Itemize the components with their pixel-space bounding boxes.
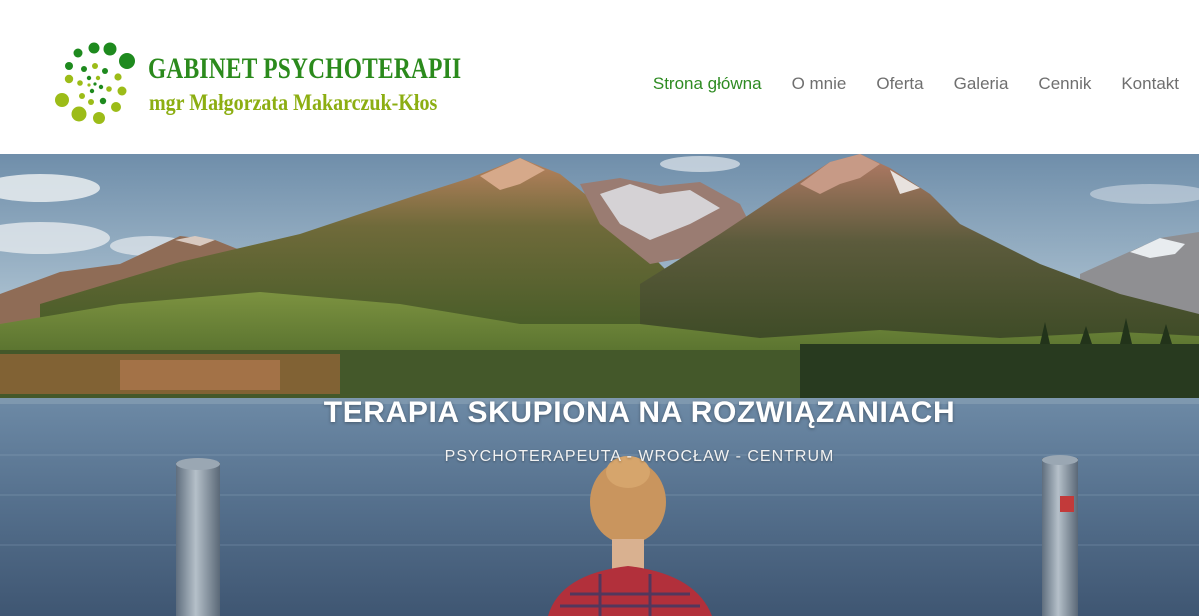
logo-subtitle: mgr Małgorzata Makarczuk-Kłos xyxy=(149,90,438,115)
logo-title: GABINET PSYCHOTERAPII xyxy=(148,52,462,85)
hero-subtitle: PSYCHOTERAPEUTA - WROCŁAW - CENTRUM xyxy=(444,448,835,465)
site-header: GABINET PSYCHOTERAPII mgr Małgorzata Mak… xyxy=(0,0,1199,154)
nav-item-offer[interactable]: Oferta xyxy=(876,73,923,95)
main-nav: Strona główna O mnie Oferta Galeria Cenn… xyxy=(653,73,1179,95)
nav-item-gallery[interactable]: Galeria xyxy=(954,73,1009,95)
hero-background-image xyxy=(0,154,1199,616)
nav-item-pricing[interactable]: Cennik xyxy=(1038,73,1091,95)
nav-item-contact[interactable]: Kontakt xyxy=(1121,73,1179,95)
dotted-spiral-logo-icon xyxy=(55,42,135,124)
hero-banner: TERAPIA SKUPIONA NA ROZWIĄZANIACH PSYCHO… xyxy=(0,154,1199,616)
nav-item-home[interactable]: Strona główna xyxy=(653,73,762,95)
nav-item-about[interactable]: O mnie xyxy=(792,73,847,95)
hero-title: TERAPIA SKUPIONA NA ROZWIĄZANIACH xyxy=(323,396,956,429)
site-logo[interactable]: GABINET PSYCHOTERAPII mgr Małgorzata Mak… xyxy=(54,41,484,125)
